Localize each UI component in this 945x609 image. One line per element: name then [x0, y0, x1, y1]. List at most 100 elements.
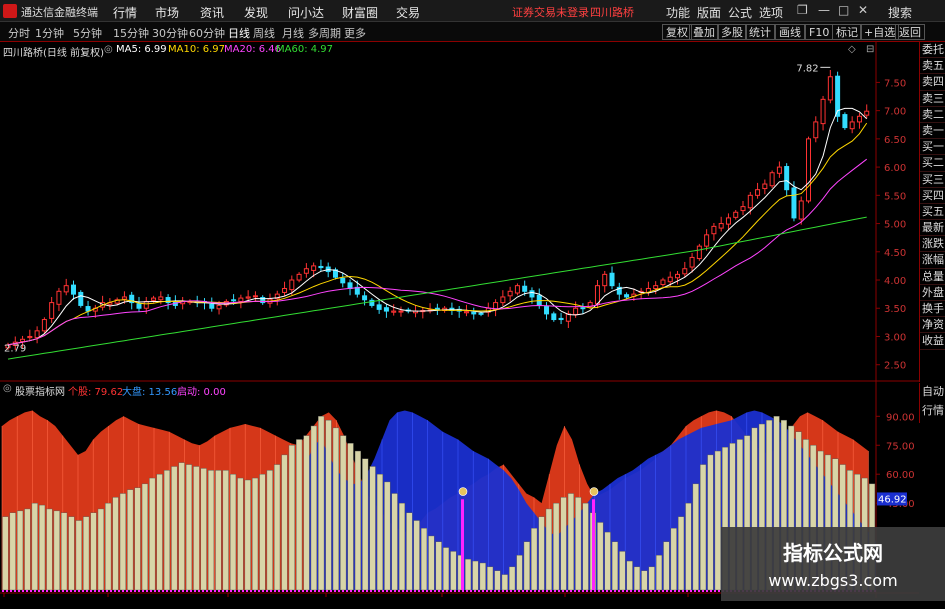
window-maximize-icon[interactable]: □ — [838, 3, 849, 17]
period-tab-multi[interactable]: 多周期 — [308, 25, 341, 41]
period-tab-more[interactable]: 更多 — [344, 25, 366, 41]
chart-stock-label: 四川路桥(日线 前复权) — [3, 48, 104, 59]
trade-login-notice[interactable]: 证券交易未登录 — [512, 4, 589, 20]
candle-body — [580, 307, 586, 310]
kline-chart[interactable]: 7.50 7.00 6.50 6.00 5.50 5.00 4.50 4.00 3.50 3.00… — [0, 42, 919, 598]
side-tab-auto[interactable]: 自动 — [920, 383, 945, 402]
ma20-line — [7, 158, 868, 346]
toolbar-add-watchlist[interactable]: +自选 — [860, 24, 900, 40]
candle-body — [136, 303, 142, 309]
watermark: 指标公式网 www.zbgs3.com — [721, 527, 945, 601]
side-tab-entrust[interactable]: 委托 — [920, 42, 945, 59]
side-tab-outer[interactable]: 外盘 — [920, 285, 945, 301]
period-tab-60min[interactable]: 60分钟 — [189, 25, 225, 41]
high-price-label: 7.82 — [796, 63, 818, 74]
indicator-settings-icon[interactable]: ◎ — [3, 383, 12, 394]
indicator-bar — [663, 541, 670, 591]
search-button[interactable]: 搜索 — [888, 4, 912, 21]
toolbar-f10[interactable]: F10 — [805, 24, 834, 40]
side-tab-latest[interactable]: 最新 — [920, 220, 945, 237]
indicator-bar — [325, 419, 332, 591]
period-tab-5min[interactable]: 5分钟 — [73, 25, 102, 41]
candle-body — [245, 296, 251, 299]
indicator-bar — [597, 522, 604, 591]
menu-item-market[interactable]: 市场 — [155, 4, 179, 21]
menu-item-discover[interactable]: 发现 — [244, 4, 268, 21]
auto-value: 启动: 0.00 — [177, 387, 226, 398]
side-tab-volume[interactable]: 总量 — [920, 269, 945, 285]
market-value: 大盘: 13.56 — [122, 387, 178, 398]
side-tab-buy1[interactable]: 买一 — [920, 139, 945, 156]
indicator-bar — [677, 516, 685, 591]
menu-item-wealth[interactable]: 财富圈 — [342, 4, 378, 21]
menu-item-news[interactable]: 资讯 — [200, 4, 224, 21]
menu-item-options[interactable]: 选项 — [759, 4, 783, 21]
side-tab-buy4[interactable]: 买四 — [920, 188, 945, 204]
menu-item-quotes[interactable]: 行情 — [113, 4, 137, 21]
menu-item-layout[interactable]: 版面 — [697, 4, 721, 21]
side-tab-sell1[interactable]: 卖一 — [920, 123, 945, 140]
indicator-bar — [567, 493, 574, 591]
indicator-bar — [472, 560, 479, 591]
app-title: 通达信金融终端 — [21, 6, 98, 19]
indicator-bar — [193, 466, 200, 591]
window-close-icon[interactable]: ✕ — [858, 3, 868, 17]
toolbar-restore-right[interactable]: 复权 — [662, 24, 692, 40]
candle-body — [340, 277, 346, 284]
indicator-bar — [340, 435, 347, 591]
menu-item-ask[interactable]: 问小达 — [288, 4, 324, 21]
diamond-icon[interactable]: ◇ — [848, 44, 856, 55]
menu-item-function[interactable]: 功能 — [666, 4, 690, 21]
zoom-icon[interactable]: ⊟ — [866, 44, 874, 55]
candle-body — [820, 98, 826, 125]
indicator-bar — [413, 520, 420, 591]
period-tab-weekly[interactable]: 周线 — [253, 25, 275, 41]
kline-y-tick-label: 7.00 — [884, 107, 906, 118]
kline-y-tick-label: 3.00 — [884, 332, 906, 343]
period-tab-30min[interactable]: 30分钟 — [152, 25, 188, 41]
toolbar-draw-line[interactable]: 画线 — [775, 24, 805, 40]
period-tab-timeshare[interactable]: 分时 — [8, 25, 30, 41]
window-restore-icon[interactable]: ❐ — [797, 3, 808, 17]
side-tab-sell5[interactable]: 卖五 — [920, 58, 945, 75]
side-tab-net-assets[interactable]: 净资 — [920, 317, 945, 334]
side-tab-buy2[interactable]: 买二 — [920, 155, 945, 172]
low-price-label: 2.79 — [4, 343, 26, 354]
side-tab-buy5[interactable]: 买五 — [920, 204, 945, 221]
period-tab-daily[interactable]: 日线 — [228, 25, 250, 41]
candle-body — [602, 273, 608, 287]
side-tab-sell4[interactable]: 卖四 — [920, 74, 945, 91]
toolbar-statistics[interactable]: 统计 — [745, 24, 775, 40]
side-tab-sell3[interactable]: 卖三 — [920, 91, 945, 107]
toolbar-multi-stock[interactable]: 多股 — [717, 24, 747, 40]
toolbar-back[interactable]: 返回 — [895, 24, 925, 40]
menu-item-formula[interactable]: 公式 — [728, 4, 752, 21]
settings-icon[interactable]: ◎ — [104, 44, 113, 55]
menu-item-trade[interactable]: 交易 — [396, 4, 420, 21]
side-tab-quote[interactable]: 行情 — [920, 402, 945, 421]
candle-body — [551, 313, 557, 321]
candle-body — [544, 306, 550, 315]
side-tab-buy3[interactable]: 买三 — [920, 172, 945, 188]
indicator-bar — [149, 477, 156, 591]
indicator-bar — [692, 483, 699, 591]
indicator-bar — [406, 512, 413, 591]
toolbar-overlay[interactable]: 叠加 — [689, 24, 719, 40]
window-minimize-icon[interactable]: — — [818, 3, 830, 17]
period-tab-15min[interactable]: 15分钟 — [113, 25, 149, 41]
side-tab-earnings[interactable]: 收益 — [920, 333, 945, 350]
side-tab-sell2[interactable]: 卖二 — [920, 107, 945, 123]
indicator-bar — [185, 464, 193, 591]
side-tab-change-pct[interactable]: 涨幅 — [920, 252, 945, 269]
indicator-bar — [516, 555, 523, 591]
indicator-bar — [362, 458, 369, 591]
indicator-bar — [523, 541, 530, 591]
period-tab-1min[interactable]: 1分钟 — [35, 25, 64, 41]
candle-body — [747, 194, 753, 209]
side-tab-turnover[interactable]: 换手 — [920, 301, 945, 318]
indicator-bar — [633, 566, 641, 591]
side-tab-change[interactable]: 涨跌 — [920, 236, 945, 253]
toolbar-mark[interactable]: 标记 — [832, 24, 862, 40]
period-tab-monthly[interactable]: 月线 — [282, 25, 304, 41]
candle-body — [740, 206, 746, 212]
